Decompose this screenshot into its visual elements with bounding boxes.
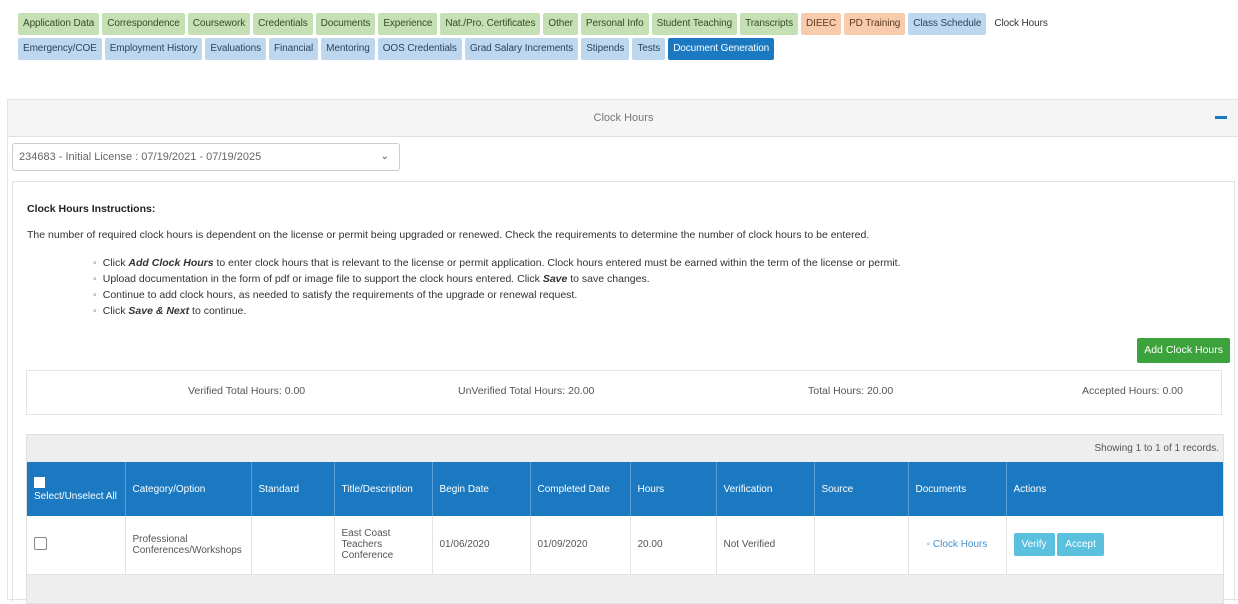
clock-hours-panel: Clock Hours 234683 - Initial License : 0… [7,99,1238,604]
unverified-total: UnVerified Total Hours: 20.00 [458,385,595,397]
tab-employment-history[interactable]: Employment History [104,38,203,60]
tab-other[interactable]: Other [543,13,578,35]
tab-bar: Application Data Correspondence Coursework… [18,13,1228,63]
instruction-item: Continue to add clock hours, as needed t… [93,287,901,303]
tab-correspondence[interactable]: Correspondence [102,13,185,35]
column-header: Documents [908,462,1007,516]
tab-credentials[interactable]: Credentials [253,13,313,35]
column-header: Begin Date [432,462,531,516]
category-cell: Professional Conferences/Workshops [125,516,252,575]
collapse-icon[interactable] [1215,116,1227,119]
tab-student-teaching[interactable]: Student Teaching [651,13,738,35]
select-all-checkbox[interactable] [34,476,45,488]
instructions-intro: The number of required clock hours is de… [27,229,870,241]
tab-oos-credentials[interactable]: OOS Credentials [377,38,462,60]
table-row: Professional Conferences/Workshops East … [27,516,1223,575]
panel-title: Clock Hours [593,112,654,124]
column-header: Hours [630,462,717,516]
row-checkbox[interactable] [34,536,47,550]
tab-transcripts[interactable]: Transcripts [740,13,799,35]
instruction-item: Upload documentation in the form of pdf … [93,271,901,287]
documents-cell: ◦ Clock Hours [908,516,1007,575]
column-header: Source [814,462,909,516]
add-clock-hours-button[interactable]: Add Clock Hours [1137,338,1230,363]
instruction-item: Click Add Clock Hours to enter clock hou… [93,255,901,271]
completed-date-cell: 01/09/2020 [530,516,631,575]
tab-emergency-coe[interactable]: Emergency/COE [18,38,102,60]
clock-hours-content: Clock Hours Instructions: The number of … [12,181,1235,604]
tab-evaluations[interactable]: Evaluations [205,38,267,60]
select-all-header[interactable]: Select/Unselect All [27,462,126,516]
column-header: Completed Date [530,462,631,516]
chevron-down-icon: ⌄ [380,151,389,162]
column-header: Verification [716,462,815,516]
tab-row-2: Emergency/COE Employment History Evaluatio… [18,38,1228,60]
title-cell: East Coast Teachers Conference [334,516,433,575]
accepted-hours: Accepted Hours: 0.00 [1082,385,1183,397]
column-header: Category/Option [125,462,252,516]
actions-cell: Verify Accept [1006,516,1223,575]
accept-button[interactable]: Accept [1057,533,1104,557]
license-select-value: 234683 - Initial License : 07/19/2021 - … [19,151,262,163]
instruction-item: Click Save & Next to continue. [93,303,901,319]
verification-cell: Not Verified [716,516,815,575]
clock-hours-table-wrap: Showing 1 to 1 of 1 records. Select/Unse… [26,434,1224,604]
begin-date-cell: 01/06/2020 [432,516,531,575]
tab-dieec[interactable]: DIEEC [801,13,842,35]
tab-document-generation[interactable]: Document Generation [668,38,775,60]
tab-personal-info[interactable]: Personal Info [580,13,649,35]
tab-grad-salary-increments[interactable]: Grad Salary Increments [464,38,579,60]
tab-class-schedule[interactable]: Class Schedule [908,13,987,35]
tab-experience[interactable]: Experience [378,13,438,35]
column-header: Title/Description [334,462,433,516]
tab-coursework[interactable]: Coursework [187,13,251,35]
tab-application-data[interactable]: Application Data [18,13,100,35]
clock-hours-table: Select/Unselect All Category/Option Stan… [27,462,1223,575]
source-cell [814,516,909,575]
instructions-title: Clock Hours Instructions: [27,203,156,215]
tab-tests[interactable]: Tests [632,38,666,60]
record-count: Showing 1 to 1 of 1 records. [1094,443,1219,454]
totals-bar: Verified Total Hours: 0.00 UnVerified To… [26,370,1222,415]
total-hours: Total Hours: 20.00 [808,385,894,397]
verified-total: Verified Total Hours: 0.00 [188,385,306,397]
verify-button[interactable]: Verify [1013,533,1055,557]
tab-row-1: Application Data Correspondence Coursework… [18,13,1228,35]
tab-nat-pro-certificates[interactable]: Nat./Pro. Certificates [440,13,541,35]
license-select[interactable]: 234683 - Initial License : 07/19/2021 - … [12,143,400,171]
tab-mentoring[interactable]: Mentoring [321,38,375,60]
tab-documents[interactable]: Documents [315,13,376,35]
row-select-cell [27,516,126,575]
tab-financial[interactable]: Financial [269,38,319,60]
standard-cell [251,516,335,575]
tab-pd-training[interactable]: PD Training [844,13,906,35]
column-header: Standard [251,462,335,516]
tab-stipends[interactable]: Stipends [581,38,630,60]
instructions-list: Click Add Clock Hours to enter clock hou… [93,255,901,319]
tab-clock-hours[interactable]: Clock Hours [989,13,1053,35]
column-header: Actions [1006,462,1223,516]
hours-cell: 20.00 [630,516,717,575]
document-link[interactable]: ◦ Clock Hours [916,539,999,550]
panel-header[interactable]: Clock Hours [8,100,1238,137]
